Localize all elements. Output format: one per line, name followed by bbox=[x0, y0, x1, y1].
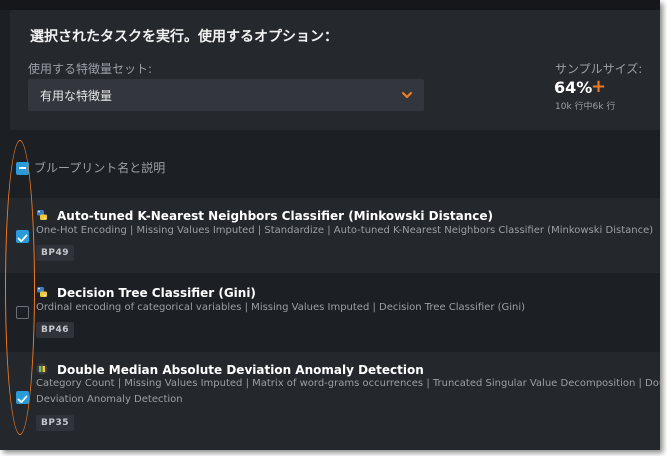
chevron-down-icon bbox=[401, 91, 413, 99]
blueprint-list-header: ブループリント名と説明 bbox=[0, 150, 660, 186]
blueprint-description: Ordinal encoding of categorical variable… bbox=[36, 302, 526, 313]
blueprint-description: Deviation Anomaly Detection bbox=[36, 394, 183, 405]
blueprint-description: Category Count | Missing Values Imputed … bbox=[36, 378, 660, 389]
blueprint-checkbox[interactable] bbox=[16, 391, 29, 404]
blueprint-badge: BP46 bbox=[36, 322, 74, 338]
blueprint-description: One-Hot Encoding | Missing Values Impute… bbox=[36, 225, 654, 236]
python-icon bbox=[37, 287, 47, 297]
blueprint-title[interactable]: Auto-tuned K-Nearest Neighbors Classifie… bbox=[57, 209, 493, 223]
blueprint-header-label: ブループリント名と説明 bbox=[34, 161, 166, 175]
python-icon bbox=[37, 210, 47, 220]
blueprint-checkbox[interactable] bbox=[16, 230, 29, 243]
blueprint-checkbox[interactable] bbox=[16, 306, 29, 319]
blueprint-title[interactable]: Decision Tree Classifier (Gini) bbox=[57, 286, 256, 300]
blueprint-badge: BP35 bbox=[36, 415, 74, 431]
select-all-checkbox[interactable] bbox=[16, 162, 29, 175]
top-strip bbox=[0, 0, 660, 10]
datarobot-icon bbox=[36, 363, 48, 375]
blueprint-badge: BP49 bbox=[36, 245, 74, 261]
app-frame: 選択されたタスクを実行。使用するオプション： 使用する特徴量セット: 有用な特徴… bbox=[0, 0, 660, 450]
sample-size-value: 64% bbox=[554, 78, 593, 97]
feature-list-select[interactable]: 有用な特徴量 bbox=[28, 79, 424, 111]
check-icon bbox=[17, 234, 28, 243]
blueprint-title[interactable]: Double Median Absolute Deviation Anomaly… bbox=[57, 363, 424, 377]
sample-size-rows: 10k 行中6k 行 bbox=[555, 102, 616, 112]
blueprint-row[interactable]: Decision Tree Classifier (Gini) Ordinal … bbox=[0, 275, 660, 350]
blueprint-row[interactable]: Auto-tuned K-Nearest Neighbors Classifie… bbox=[0, 198, 660, 273]
options-title: 選択されたタスクを実行。使用するオプション： bbox=[30, 29, 338, 45]
options-panel: 選択されたタスクを実行。使用するオプション： 使用する特徴量セット: 有用な特徴… bbox=[10, 10, 660, 130]
feature-list-value: 有用な特徴量 bbox=[40, 89, 113, 103]
blueprint-row[interactable]: Double Median Absolute Deviation Anomaly… bbox=[0, 352, 660, 450]
sample-size-plus-button[interactable]: + bbox=[591, 76, 606, 97]
sample-size-label: サンプルサイズ: bbox=[555, 62, 643, 76]
feature-list-label: 使用する特徴量セット: bbox=[28, 62, 153, 76]
check-icon bbox=[17, 395, 28, 404]
